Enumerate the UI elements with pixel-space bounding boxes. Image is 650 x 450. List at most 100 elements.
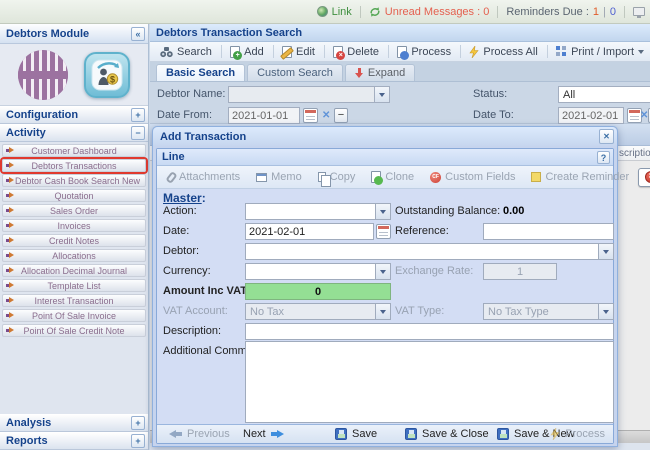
sidebar-header: Debtors Module [0,24,148,44]
add-button[interactable]: Add [224,43,270,60]
sidebar-item-credit-notes[interactable]: Credit Notes [2,234,146,247]
debtor-label: Debtor: [163,245,199,257]
currency-combo[interactable] [245,263,391,280]
combo-value: No Tax [246,306,375,318]
chevron-down-icon[interactable] [375,204,390,219]
sidebar-item-sales-order[interactable]: Sales Order [2,204,146,217]
date-to-input[interactable] [558,107,624,124]
arrow-icon [6,327,15,334]
save-close-label: Save & Close [422,428,489,440]
sidebar-item-template-list[interactable]: Template List [2,279,146,292]
process-footer-button[interactable]: Process [550,428,605,440]
sidebar-spacer [0,339,148,414]
delete-button[interactable]: Delete [327,43,385,60]
previous-button[interactable]: Previous [169,428,230,440]
calendar-icon[interactable] [376,224,391,239]
chevron-down-icon[interactable] [598,244,613,259]
decrement-date-button[interactable]: − [334,108,348,123]
amount-inc-vat-input[interactable] [245,283,391,300]
sidebar-section-reports[interactable]: Reports [0,432,148,450]
reference-input[interactable] [483,223,614,240]
status-combo[interactable]: All [558,86,650,103]
arrow-icon [6,282,15,289]
sidebar-item-point-of-sale-credit-note[interactable]: Point Of Sale Credit Note [2,324,146,337]
tab-custom-search[interactable]: Custom Search [247,64,343,81]
expand-analysis-button[interactable] [131,416,145,430]
sidebar-item-debtors-transactions[interactable]: Debtors Transactions [2,159,146,172]
sidebar-item-interest-transaction[interactable]: Interest Transaction [2,294,146,307]
date-from-label: Date From: [157,109,212,121]
attachments-button[interactable]: Attachments [161,168,247,187]
edit-button[interactable]: Edit [276,43,321,60]
tab-label: Basic Search [166,67,235,79]
expand-configuration-button[interactable] [131,108,145,122]
close-red-icon [645,171,650,183]
unread-messages-button[interactable]: Unread Messages : 0 [369,6,490,18]
sidebar-section-configuration[interactable]: Configuration [0,106,148,124]
process-all-button[interactable]: Process All [463,43,543,60]
reminder-note-icon [531,172,541,182]
item-label: Template List [15,281,145,291]
sidebar-item-allocation-decimal-journal[interactable]: Allocation Decimal Journal [2,264,146,277]
sidebar-item-quotation[interactable]: Quotation [2,189,146,202]
chevron-down-icon[interactable] [375,264,390,279]
reference-label: Reference: [395,225,449,237]
item-label: Debtor Cash Book Search New [15,176,146,186]
chevron-down-icon [638,50,644,57]
description-input[interactable] [245,323,614,340]
transaction-date-input[interactable] [245,223,374,240]
date-from-input[interactable] [228,107,300,124]
debtor-combo[interactable] [245,243,614,260]
save-button[interactable]: Save [335,428,377,440]
link-button[interactable]: Link [317,6,352,18]
save-close-button[interactable]: Save & Close [405,428,489,440]
lightning-icon [550,428,560,440]
clear-date-icon[interactable]: ✕ [322,108,330,123]
delete-label: Delete [347,46,379,58]
additional-comment-input[interactable] [245,341,614,423]
arrow-icon [6,237,15,244]
line-panel: Line Attachments Memo Copy Clo [156,148,614,444]
chevron-down-icon[interactable] [374,87,389,102]
close-window-button[interactable] [599,129,614,144]
reminders-due[interactable]: Reminders Due : 1|0 [506,6,616,18]
clone-button[interactable]: Clone [364,168,421,187]
copy-icon [318,172,326,182]
window-title-bar[interactable]: Add Transaction [153,127,617,146]
custom-fields-button[interactable]: Custom Fields [423,168,522,187]
search-button[interactable]: Search [154,43,218,60]
sidebar-item-invoices[interactable]: Invoices [2,219,146,232]
next-button[interactable]: Next [243,428,284,440]
help-button[interactable] [597,151,610,164]
print-import-button[interactable]: Print / Import [550,43,650,60]
add-icon [230,46,240,58]
close-button[interactable]: Close [638,168,650,187]
sidebar-item-debtor-cash-book-search-new[interactable]: Debtor Cash Book Search New [2,174,146,187]
sidebar-section-activity[interactable]: Activity [0,124,148,142]
calendar-icon[interactable] [303,108,318,123]
sidebar-item-point-of-sale-invoice[interactable]: Point Of Sale Invoice [2,309,146,322]
collapse-sidebar-button[interactable] [131,27,145,41]
debtor-name-combo[interactable] [228,86,390,103]
monitor-icon[interactable] [633,7,645,16]
tab-basic-search[interactable]: Basic Search [156,64,245,81]
copy-button[interactable]: Copy [311,168,363,187]
expand-reports-button[interactable] [131,434,145,448]
collapse-activity-button[interactable] [131,126,145,140]
process-footer-label: Process [565,428,605,440]
create-reminder-button[interactable]: Create Reminder [524,168,636,187]
process-all-label: Process All [483,46,537,58]
combo-value: No Tax Type [484,306,598,318]
tab-expand[interactable]: Expand [345,64,415,81]
refresh-icon [369,6,381,18]
save-icon [405,428,417,440]
process-icon [397,46,407,58]
item-label: Point Of Sale Credit Note [15,326,145,336]
sidebar-section-analysis[interactable]: Analysis [0,414,148,432]
action-combo[interactable] [245,203,391,220]
sidebar-item-customer-dashboard[interactable]: Customer Dashboard [2,144,146,157]
process-button[interactable]: Process [391,43,457,60]
sidebar-item-allocations[interactable]: Allocations [2,249,146,262]
master-section-title: Master: [163,191,206,205]
memo-button[interactable]: Memo [249,168,309,187]
